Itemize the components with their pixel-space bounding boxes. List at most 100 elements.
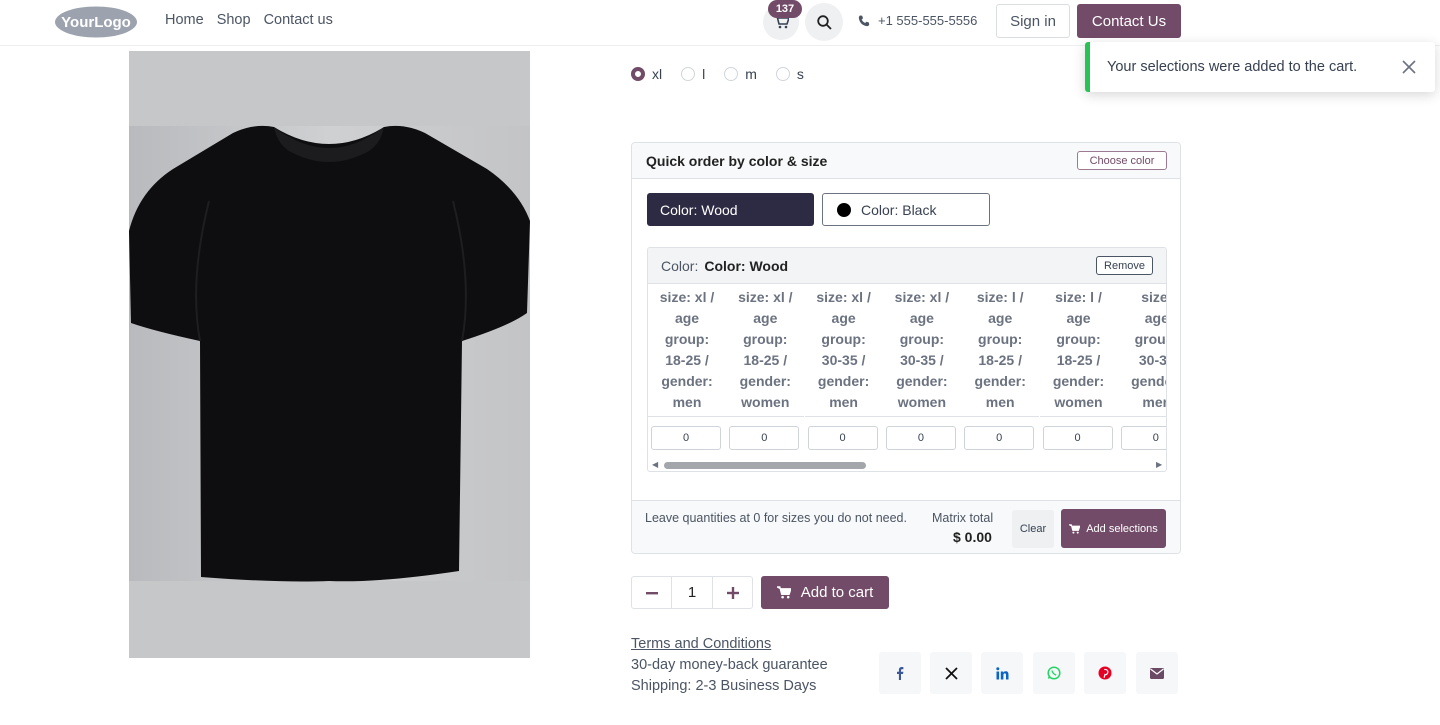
search-button[interactable] [805,3,843,41]
add-to-cart-button[interactable]: Add to cart [761,576,889,609]
increase-quantity-button[interactable] [713,577,752,608]
scroll-left-icon[interactable]: ◀ [652,460,658,469]
terms-link[interactable]: Terms and Conditions [631,636,771,652]
column-header-line: group: [664,331,710,347]
clear-button[interactable]: Clear [1012,510,1054,548]
scroll-thumb[interactable] [664,462,866,469]
matrix-quantity-input[interactable]: 0 [729,426,800,450]
matrix-quantity-input[interactable]: 0 [964,426,1035,450]
phone-link[interactable]: +1 555-555-5556 [858,13,977,28]
nav-home[interactable]: Home [165,12,204,28]
matrix-quantity-input[interactable]: 0 [651,426,721,450]
cart-count-badge: 137 [768,0,802,18]
choose-color-button[interactable]: Choose color [1077,151,1167,170]
column-header-line: age [1144,310,1167,326]
column-header-line: 30-35 / [821,352,866,368]
matrix-columns: size: xl / age group: 18-25 / gender: men 0 siz… [648,284,1167,454]
matrix-label-value: Color: Wood [704,258,789,274]
size-option-s[interactable]: s [775,66,804,82]
variant-matrix: Color: Color: Wood Remove size: xl / age gr… [647,247,1167,472]
close-icon[interactable] [1399,57,1419,77]
matrix-scrollbar[interactable]: ◀ ▶ [648,458,1166,471]
tshirt-image [129,51,530,658]
logo[interactable]: YourLogo [54,5,138,38]
radio-m[interactable] [724,67,739,81]
matrix-quantity-input[interactable]: 0 [885,426,956,450]
cart-icon [1069,523,1081,534]
color-tab-wood[interactable]: Color: Wood [647,193,814,226]
column-header-line: age [909,310,934,326]
phone-number: +1 555-555-5556 [878,13,978,28]
column-header-line: group: [978,331,1023,347]
add-selections-button[interactable]: Add selections [1061,509,1166,548]
panel-title: Quick order by color & size [646,153,828,169]
column-header-line: age [1066,310,1091,326]
radio-xl[interactable] [631,67,645,81]
column-header-line: group: [743,331,788,347]
panel-footer: Leave quantities at 0 for sizes you do n… [632,500,1180,553]
matrix-column: size: l / age group: 18-25 / gender: men 0 [961,284,1040,450]
share-pinterest[interactable] [1084,652,1126,694]
matrix-header: Color: Color: Wood Remove [648,248,1166,284]
remove-button[interactable]: Remove [1096,256,1153,275]
matrix-quantity-input[interactable]: 0 [1120,426,1166,450]
share-whatsapp[interactable] [1033,652,1075,694]
column-header-line: gender: [817,373,870,389]
column-header-line: size: xl / [894,289,950,305]
column-header-line: size: l / [1055,289,1102,305]
share-x[interactable] [930,652,972,694]
column-header-line: 30-35 [1138,352,1167,368]
add-selections-label: Add selections [1086,522,1158,535]
column-header-line: 18-25 / [978,352,1022,368]
matrix-column-header: size: l / age group: 18-25 / gender: men [961,284,1040,417]
column-header-line: gender: [1131,373,1166,389]
share-linkedin[interactable] [981,652,1023,694]
column-header-line: men [672,394,702,410]
size-option-xl[interactable]: xl [631,66,662,82]
matrix-label: Color: Color: Wood [661,258,788,274]
product-image[interactable] [129,51,530,658]
share-email[interactable] [1136,652,1178,694]
size-label-l: l [702,66,706,82]
search-icon [816,14,832,30]
quantity-input[interactable]: 1 [671,577,713,608]
column-header-line: age [988,310,1013,326]
scroll-right-icon[interactable]: ▶ [1156,460,1162,469]
x-icon [944,666,958,680]
column-header-line: men [1142,394,1166,410]
column-header-line: age [753,310,778,326]
site-header: YourLogo Home Shop Contact us 137 +1 555… [0,0,1440,46]
column-header-line: group: [899,331,945,347]
size-option-m[interactable]: m [724,66,757,82]
column-header-line: gender: [1052,373,1105,389]
color-tab-black[interactable]: Color: Black [822,193,990,226]
column-header-line: group: [1056,331,1101,347]
logo-text: YourLogo [61,14,131,31]
column-header-line: men [829,394,858,410]
panel-header: Quick order by color & size Choose color [632,143,1180,179]
color-tab-black-label: Color: Black [861,201,937,218]
plus-icon [726,586,739,599]
decrease-quantity-button[interactable] [632,577,671,608]
matrix-column: size: l / age group: 18-25 / gender: women 0 [1039,284,1118,450]
matrix-column-header: size: xl / age group: 30-35 / gender: men [804,284,883,417]
color-tab-wood-label: Color: Wood [660,201,738,218]
share-facebook[interactable] [879,652,921,694]
cart-icon [776,586,791,599]
matrix-column-header: size: xl / age group: 18-25 / gender: women [726,284,805,417]
quick-order-panel: Quick order by color & size Choose color… [631,142,1181,554]
radio-s[interactable] [775,67,790,81]
contact-us-button[interactable]: Contact Us [1077,4,1181,38]
column-header-line: gender: [739,373,791,389]
main-nav: Home Shop Contact us [165,12,333,28]
sign-in-button[interactable]: Sign in [996,4,1070,38]
size-option-l[interactable]: l [681,66,705,82]
column-header-line: women [1054,394,1103,410]
phone-icon [858,15,870,26]
matrix-quantity-input[interactable]: 0 [807,426,878,450]
matrix-quantity-input[interactable]: 0 [1042,426,1113,450]
radio-l[interactable] [681,67,696,81]
nav-shop[interactable]: Shop [217,12,251,28]
nav-contact[interactable]: Contact us [264,12,333,28]
matrix-column: size: xl / age group: 30-35 / gender: women 0 [882,284,961,450]
